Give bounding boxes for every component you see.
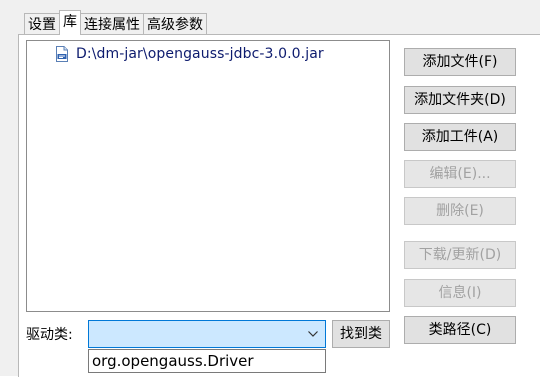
info-button[interactable]: 信息(I) bbox=[404, 279, 516, 307]
driver-class-dropdown: org.opengauss.Driver bbox=[88, 349, 326, 373]
add-file-button[interactable]: 添加文件(F) bbox=[404, 48, 516, 76]
tab-settings[interactable]: 设置 bbox=[24, 13, 60, 35]
edit-button[interactable]: 编辑(E)... bbox=[404, 160, 516, 188]
delete-button[interactable]: 删除(E) bbox=[404, 197, 516, 225]
tab-advanced-parameters[interactable]: 高级参数 bbox=[143, 13, 207, 35]
library-list[interactable]: D:\dm-jar\opengauss-jdbc-3.0.0.jar bbox=[26, 40, 390, 312]
dropdown-option[interactable]: org.opengauss.Driver bbox=[92, 351, 254, 371]
tab-library[interactable]: 库 bbox=[59, 10, 81, 35]
download-update-button[interactable]: 下载/更新(D) bbox=[404, 241, 516, 269]
add-folder-button[interactable]: 添加文件夹(D) bbox=[404, 86, 516, 114]
driver-class-combobox[interactable] bbox=[88, 320, 326, 348]
driver-settings-window: 设置 库 连接属性 高级参数 D:\dm-jar\opengauss-jdbc-… bbox=[0, 0, 540, 377]
jar-file-icon bbox=[55, 46, 69, 62]
library-item-path: D:\dm-jar\opengauss-jdbc-3.0.0.jar bbox=[76, 46, 324, 62]
find-class-button[interactable]: 找到类 bbox=[332, 320, 390, 348]
classpath-button[interactable]: 类路径(C) bbox=[404, 316, 516, 344]
driver-class-label: 驱动类: bbox=[26, 327, 73, 343]
library-list-item[interactable]: D:\dm-jar\opengauss-jdbc-3.0.0.jar bbox=[55, 44, 324, 64]
chevron-down-icon[interactable] bbox=[307, 327, 319, 341]
tab-bar: 设置 库 连接属性 高级参数 bbox=[24, 10, 207, 35]
tab-connection-properties[interactable]: 连接属性 bbox=[80, 13, 144, 35]
add-artifact-button[interactable]: 添加工件(A) bbox=[404, 123, 516, 151]
